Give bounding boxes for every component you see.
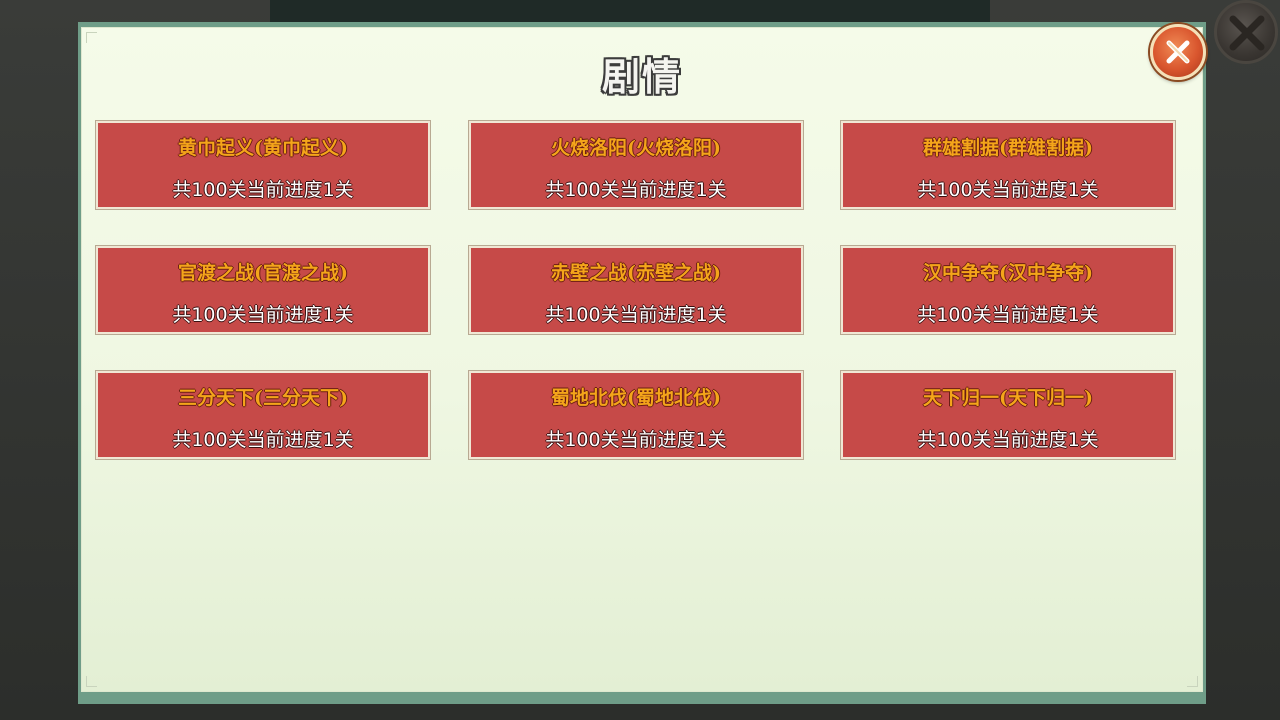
- corner-ornament: [86, 676, 97, 687]
- chapter-title: 赤壁之战(赤壁之战): [551, 262, 721, 284]
- story-dialog: 剧情 黄巾起义(黄巾起义) 共100关当前进度1关 火烧洛阳(火烧洛阳) 共10…: [78, 22, 1206, 704]
- chapter-title: 黄巾起义(黄巾起义): [178, 137, 348, 159]
- close-icon: [1229, 15, 1265, 51]
- close-icon: [1166, 40, 1190, 64]
- chapter-card[interactable]: 赤壁之战(赤壁之战) 共100关当前进度1关: [469, 246, 803, 334]
- chapter-progress: 共100关当前进度1关: [172, 179, 354, 201]
- corner-ornament: [86, 32, 97, 43]
- chapter-progress: 共100关当前进度1关: [545, 304, 727, 326]
- chapter-card[interactable]: 官渡之战(官渡之战) 共100关当前进度1关: [96, 246, 430, 334]
- chapter-progress: 共100关当前进度1关: [917, 304, 1099, 326]
- background-close-button: [1214, 0, 1278, 64]
- chapter-card[interactable]: 黄巾起义(黄巾起义) 共100关当前进度1关: [96, 121, 430, 209]
- chapter-progress: 共100关当前进度1关: [917, 429, 1099, 451]
- chapter-card[interactable]: 汉中争夺(汉中争夺) 共100关当前进度1关: [841, 246, 1175, 334]
- chapter-card[interactable]: 天下归一(天下归一) 共100关当前进度1关: [841, 371, 1175, 459]
- chapter-card[interactable]: 群雄割据(群雄割据) 共100关当前进度1关: [841, 121, 1175, 209]
- chapter-card[interactable]: 蜀地北伐(蜀地北伐) 共100关当前进度1关: [469, 371, 803, 459]
- chapter-title: 蜀地北伐(蜀地北伐): [551, 387, 721, 409]
- chapter-progress: 共100关当前进度1关: [172, 304, 354, 326]
- chapter-progress: 共100关当前进度1关: [172, 429, 354, 451]
- story-dialog-panel: 剧情 黄巾起义(黄巾起义) 共100关当前进度1关 火烧洛阳(火烧洛阳) 共10…: [81, 27, 1203, 692]
- chapter-title: 群雄割据(群雄割据): [923, 137, 1093, 159]
- chapter-title: 官渡之战(官渡之战): [178, 262, 348, 284]
- chapter-card[interactable]: 三分天下(三分天下) 共100关当前进度1关: [96, 371, 430, 459]
- dialog-title: 剧情: [601, 55, 682, 99]
- backdrop-top-strip: [270, 0, 990, 22]
- chapter-title: 汉中争夺(汉中争夺): [923, 262, 1093, 284]
- chapter-progress: 共100关当前进度1关: [917, 179, 1099, 201]
- close-button[interactable]: [1150, 24, 1206, 80]
- corner-ornament: [1187, 676, 1198, 687]
- chapter-progress: 共100关当前进度1关: [545, 429, 727, 451]
- chapter-progress: 共100关当前进度1关: [545, 179, 727, 201]
- chapter-title: 天下归一(天下归一): [923, 387, 1093, 409]
- chapter-title: 火烧洛阳(火烧洛阳): [551, 137, 721, 159]
- chapter-card[interactable]: 火烧洛阳(火烧洛阳) 共100关当前进度1关: [469, 121, 803, 209]
- chapter-title: 三分天下(三分天下): [178, 387, 348, 409]
